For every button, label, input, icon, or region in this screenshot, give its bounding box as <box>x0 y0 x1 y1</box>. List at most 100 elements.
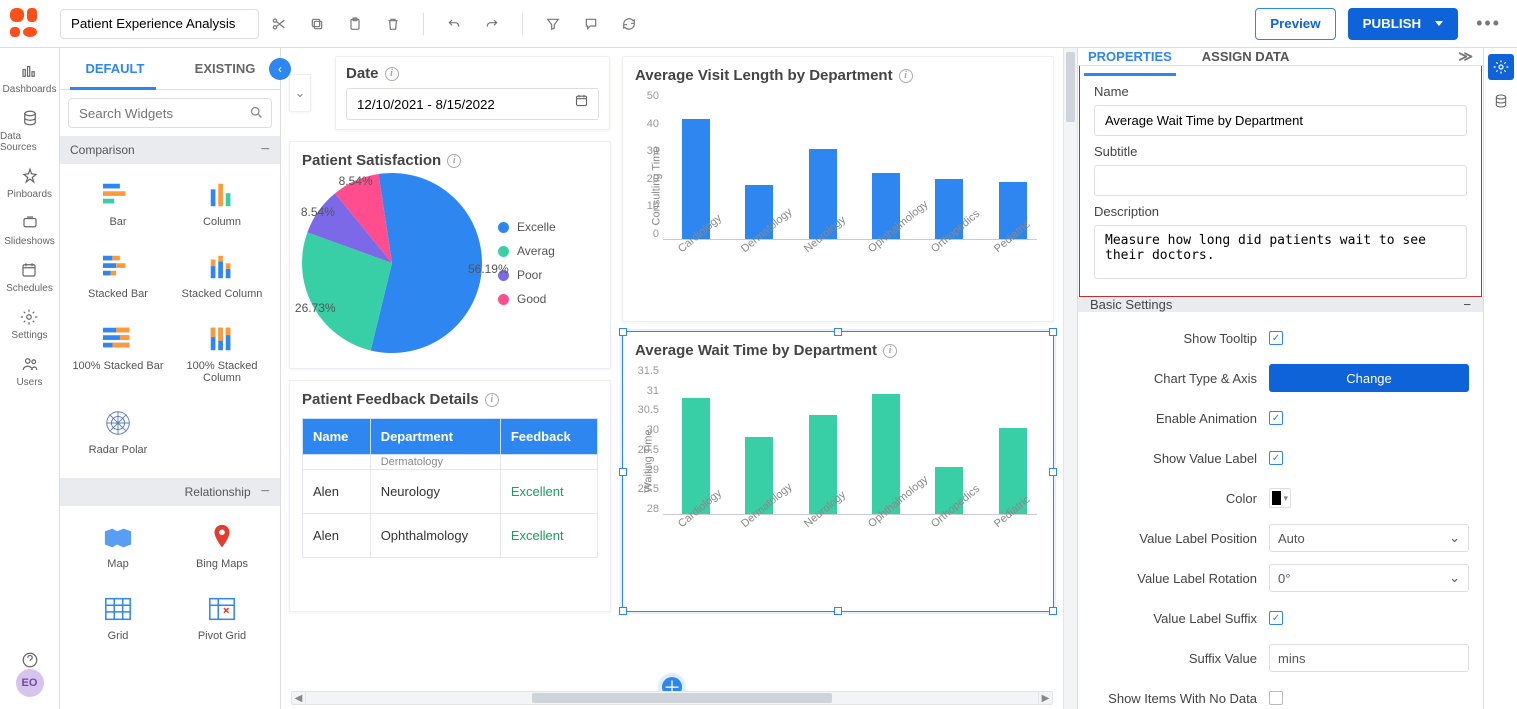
widget-stacked-column[interactable]: Stacked Column <box>170 242 274 310</box>
prop-subtitle-input[interactable] <box>1094 165 1467 196</box>
preview-button[interactable]: Preview <box>1255 8 1335 40</box>
tab-properties[interactable]: PROPERTIES <box>1088 49 1172 64</box>
chk-animation[interactable]: ✓ <box>1269 411 1283 425</box>
user-avatar[interactable]: EO <box>16 669 44 697</box>
card-title: Patient Feedback Details <box>302 391 479 408</box>
calendar-icon[interactable] <box>574 93 589 111</box>
database-icon[interactable] <box>1488 88 1514 114</box>
comment-icon[interactable] <box>583 16 599 32</box>
avg-wait-time-card[interactable]: Average Wait Time by Department i Waiting… <box>622 331 1054 612</box>
widget-map[interactable]: Map <box>66 512 170 580</box>
chk-no-data[interactable] <box>1269 691 1283 705</box>
info-icon[interactable]: i <box>883 344 897 358</box>
card-title: Patient Satisfaction <box>302 152 441 169</box>
properties-panel: PROPERTIES ASSIGN DATA ≫ Name Subtitle D… <box>1077 48 1517 709</box>
dashboard-canvas[interactable]: ⌄ Datei Patient Satisfactioni Excelle <box>281 48 1063 709</box>
input-suffix-value[interactable]: mins <box>1269 644 1469 672</box>
widget-column[interactable]: Column <box>170 170 274 238</box>
tab-existing[interactable]: EXISTING <box>170 61 280 76</box>
card-title: Average Wait Time by Department <box>635 342 877 359</box>
col-feedback[interactable]: Feedback <box>500 419 597 455</box>
app-logo <box>10 8 42 40</box>
help-icon[interactable] <box>16 651 44 669</box>
date-filter-card: Datei <box>335 56 610 130</box>
widget-stacked-bar[interactable]: Stacked Bar <box>66 242 170 310</box>
select-value-rotation[interactable]: 0°⌄ <box>1269 564 1469 592</box>
widget-grid-relationship: Map Bing Maps Grid Pivot Grid <box>60 506 280 664</box>
gear-icon[interactable] <box>1488 54 1514 80</box>
col-name[interactable]: Name <box>303 419 371 455</box>
color-swatch[interactable]: ▾ <box>1269 488 1291 508</box>
table-row[interactable]: Dermatology <box>303 455 598 470</box>
widget-search <box>68 98 272 128</box>
date-range-input[interactable] <box>346 88 599 120</box>
widget-panel: DEFAULT EXISTING ‹ Comparison− Bar Colum… <box>60 48 281 709</box>
feedback-table: Name Department Feedback Dermatology <box>302 418 598 558</box>
select-value-position[interactable]: Auto⌄ <box>1269 524 1469 552</box>
info-icon[interactable]: i <box>385 67 399 81</box>
canvas-vscroll[interactable] <box>1063 48 1077 709</box>
nav-data-sources[interactable]: Data Sources <box>0 109 59 153</box>
widget-100-stacked-bar[interactable]: 100% Stacked Bar <box>66 314 170 394</box>
cut-icon[interactable] <box>271 16 287 32</box>
delete-icon[interactable] <box>385 16 401 32</box>
undo-icon[interactable] <box>446 16 462 32</box>
card-dropdown[interactable]: ⌄ <box>289 74 311 112</box>
patient-satisfaction-card: Patient Satisfactioni Excelle Averag Poo… <box>289 141 611 369</box>
info-icon[interactable]: i <box>899 69 913 83</box>
widget-grid-comparison: Bar Column Stacked Bar Stacked Column 10… <box>60 164 280 478</box>
tab-default[interactable]: DEFAULT <box>60 61 170 76</box>
nav-pinboards[interactable]: Pinboards <box>7 167 52 200</box>
date-label: Date <box>346 65 379 82</box>
patient-feedback-card: Patient Feedback Details i Name Departmen… <box>289 380 611 612</box>
widget-pivot-grid[interactable]: Pivot Grid <box>170 584 274 652</box>
nav-settings[interactable]: Settings <box>11 308 47 341</box>
info-icon[interactable]: i <box>485 393 499 407</box>
collapse-panel-icon[interactable]: ‹ <box>269 58 291 80</box>
widget-bing-maps[interactable]: Bing Maps <box>170 512 274 580</box>
y-axis-label: Waiting Time <box>643 429 655 492</box>
avg-visit-length-card: Average Visit Length by Department i Cons… <box>622 56 1054 322</box>
prop-name-input[interactable] <box>1094 105 1467 136</box>
widget-bar[interactable]: Bar <box>66 170 170 238</box>
card-title: Average Visit Length by Department <box>635 67 893 84</box>
search-icon <box>249 105 264 123</box>
group-relationship[interactable]: Relationship− <box>60 478 280 506</box>
change-chart-type-button[interactable]: Change <box>1269 364 1469 392</box>
col-department[interactable]: Department <box>370 419 500 455</box>
refresh-icon[interactable] <box>621 16 637 32</box>
info-icon[interactable]: i <box>447 154 461 168</box>
redo-icon[interactable] <box>484 16 500 32</box>
table-row[interactable]: AlenOphthalmologyExcellent <box>303 514 598 558</box>
dashboard-title-input[interactable] <box>60 9 259 39</box>
widget-radar-polar[interactable]: Radar Polar <box>66 398 170 466</box>
section-basic-settings[interactable]: Basic Settings− <box>1078 297 1483 312</box>
tab-assign-data[interactable]: ASSIGN DATA <box>1202 49 1290 64</box>
nav-slideshows[interactable]: Slideshows <box>4 214 55 247</box>
table-row[interactable]: AlenNeurologyExcellent <box>303 470 598 514</box>
nav-schedules[interactable]: Schedules <box>6 261 53 294</box>
copy-icon[interactable] <box>309 16 325 32</box>
nav-dashboards[interactable]: Dashboards <box>3 62 57 95</box>
more-icon[interactable]: ••• <box>1470 13 1507 34</box>
wait-bar-chart: Waiting Time 31.53130.53029.52928.528 Ca… <box>635 365 1041 545</box>
chk-value-suffix[interactable]: ✓ <box>1269 611 1283 625</box>
filter-icon[interactable] <box>545 16 561 32</box>
nav-users[interactable]: Users <box>16 355 42 388</box>
properties-highlighted: Name Subtitle Description Measure how lo… <box>1079 66 1482 297</box>
publish-button[interactable]: PUBLISH <box>1348 8 1459 40</box>
y-axis-label: Consulting Time <box>650 147 662 226</box>
prop-description-input[interactable]: Measure how long did patients wait to se… <box>1094 225 1467 279</box>
label-name: Name <box>1094 84 1467 99</box>
group-comparison[interactable]: Comparison− <box>60 136 280 164</box>
search-input[interactable] <box>68 98 272 128</box>
chk-tooltip[interactable]: ✓ <box>1269 331 1283 345</box>
left-nav-rail: Dashboards Data Sources Pinboards Slides… <box>0 48 60 709</box>
visit-bar-chart: Consulting Time 50403020100 CardiologyDe… <box>635 90 1041 270</box>
widget-100-stacked-column[interactable]: 100% Stacked Column <box>170 314 274 394</box>
collapse-props-icon[interactable]: ≫ <box>1458 48 1473 65</box>
paste-icon[interactable] <box>347 16 363 32</box>
canvas-hscroll[interactable]: ◀▶ <box>291 691 1053 705</box>
chk-show-value[interactable]: ✓ <box>1269 451 1283 465</box>
widget-grid-tbl[interactable]: Grid <box>66 584 170 652</box>
